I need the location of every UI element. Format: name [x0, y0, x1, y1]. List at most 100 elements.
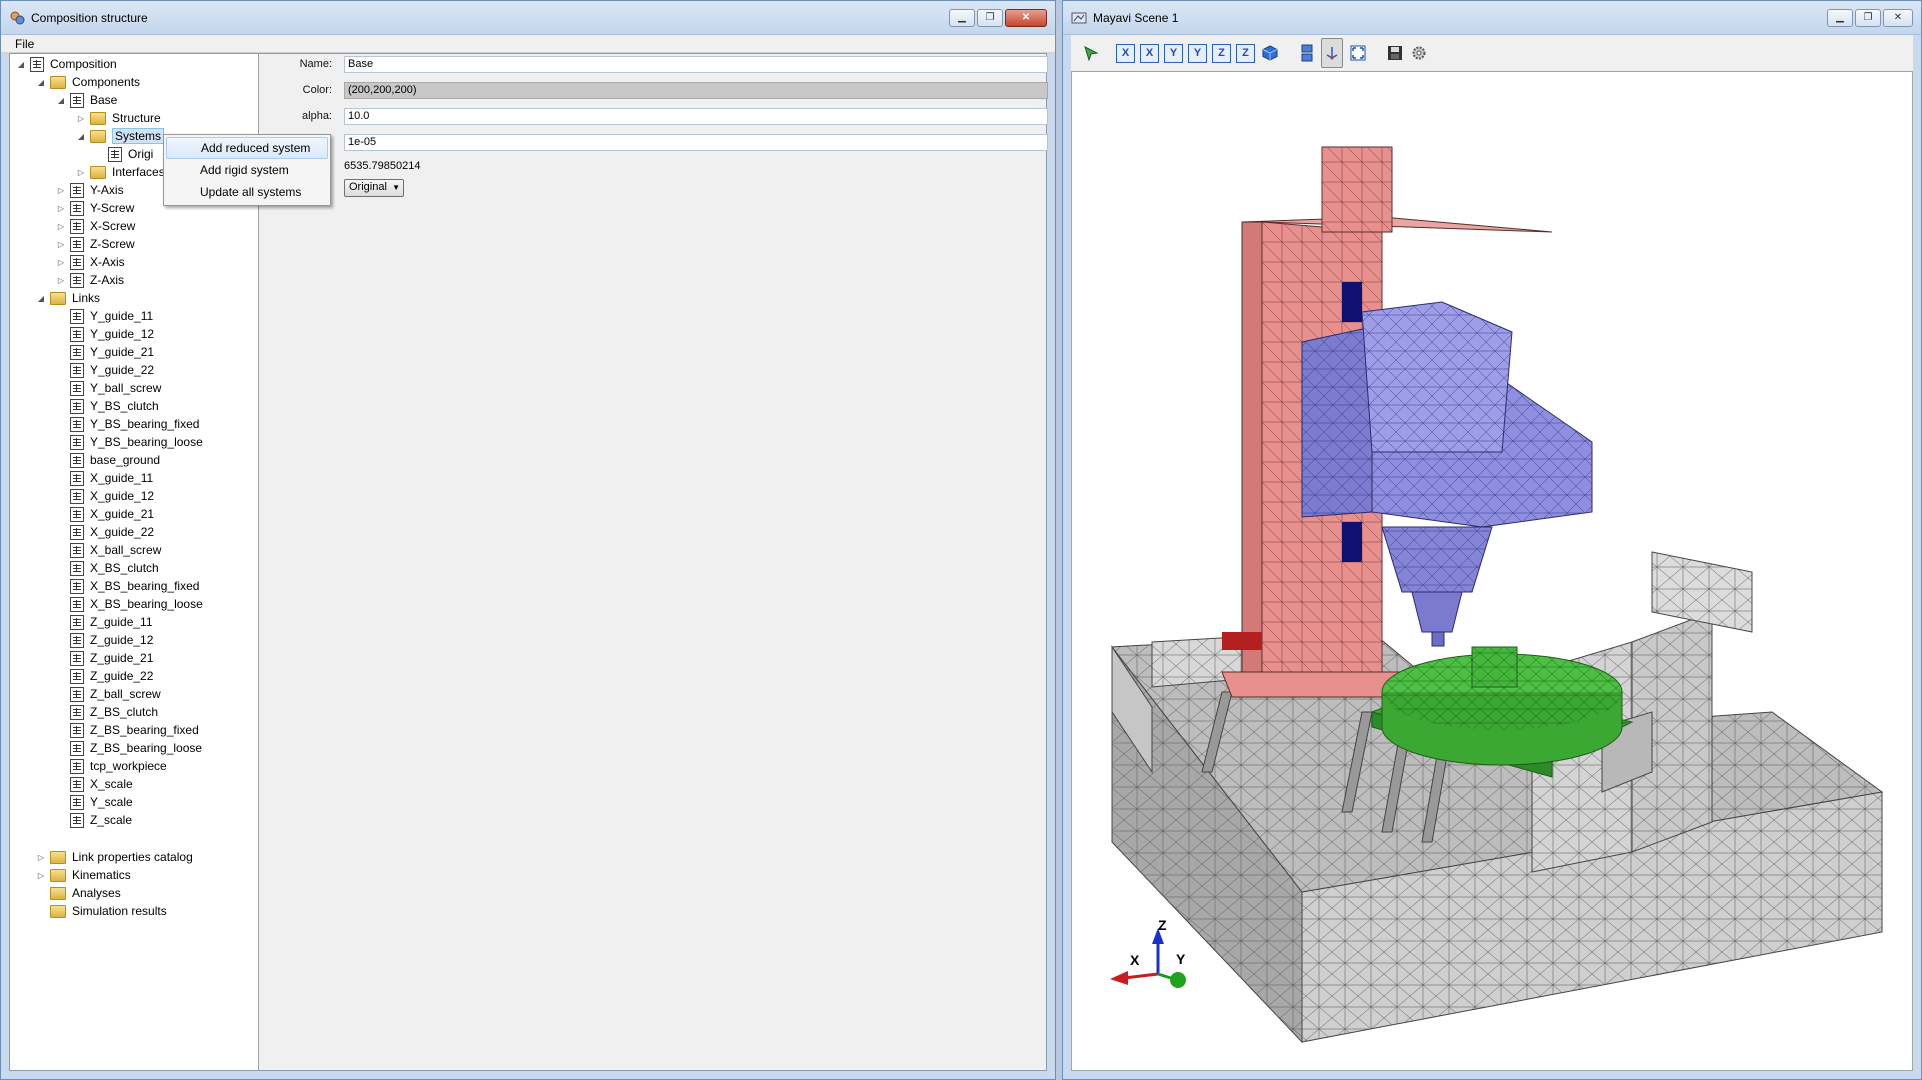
- tree-item-link[interactable]: Z_guide_21: [70, 649, 153, 667]
- tree-item-original[interactable]: Origi: [108, 145, 153, 163]
- minimize-button[interactable]: ▁: [949, 8, 975, 27]
- tree-item-link-properties-catalog[interactable]: ▷ Link properties catalog: [36, 848, 193, 866]
- tree-item-link[interactable]: Z_guide_12: [70, 631, 153, 649]
- tree-item-structure[interactable]: ▷ Structure: [76, 109, 161, 127]
- tree-item-link[interactable]: Y_BS_clutch: [70, 397, 159, 415]
- tree-item-simulation-results[interactable]: Simulation results: [50, 902, 167, 920]
- expanded-arrow-icon[interactable]: ◢: [76, 131, 86, 141]
- collapsed-arrow-icon[interactable]: ▷: [76, 167, 86, 177]
- minimize-button[interactable]: ▁: [1827, 8, 1853, 27]
- tree-item-interfaces[interactable]: ▷ Interfaces: [76, 163, 165, 181]
- tree-item-link[interactable]: Z_scale: [70, 811, 132, 829]
- tree-item-link[interactable]: Z_guide_22: [70, 667, 153, 685]
- collapsed-arrow-icon[interactable]: ▷: [36, 852, 46, 862]
- collapsed-arrow-icon[interactable]: ▷: [56, 203, 66, 213]
- tree-item-link[interactable]: X_scale: [70, 775, 133, 793]
- document-icon: [70, 308, 84, 324]
- tree-item-z-screw[interactable]: ▷ Z-Screw: [56, 235, 135, 253]
- tree-item-link[interactable]: base_ground: [70, 451, 160, 469]
- color-field[interactable]: (200,200,200): [344, 81, 1048, 99]
- parallel-projection-icon[interactable]: [1297, 44, 1316, 63]
- view-y-neg-button[interactable]: Y: [1188, 43, 1207, 63]
- view-z-neg-button[interactable]: Z: [1236, 43, 1255, 63]
- expanded-arrow-icon[interactable]: ◢: [56, 95, 66, 105]
- document-icon: [70, 236, 84, 252]
- 3d-scene-viewport[interactable]: Z X Y: [1071, 71, 1913, 1071]
- tree-item-link[interactable]: X_BS_bearing_loose: [70, 595, 203, 613]
- collapsed-arrow-icon[interactable]: ▷: [56, 221, 66, 231]
- collapsed-arrow-icon[interactable]: ▷: [56, 275, 66, 285]
- tree-item-link[interactable]: X_guide_12: [70, 487, 154, 505]
- tree-item-link[interactable]: X_BS_bearing_fixed: [70, 577, 199, 595]
- tree-item-link[interactable]: X_guide_11: [70, 469, 153, 487]
- select-arrow-icon[interactable]: [1081, 44, 1100, 63]
- tree-item-y-screw[interactable]: ▷ Y-Screw: [56, 199, 134, 217]
- tree-item-composition[interactable]: ◢ Composition: [16, 55, 117, 73]
- tree-item-link[interactable]: tcp_workpiece: [70, 757, 167, 775]
- collapsed-arrow-icon[interactable]: ▷: [56, 257, 66, 267]
- tree-item-link[interactable]: Z_ball_screw: [70, 685, 161, 703]
- menu-file[interactable]: File: [15, 37, 34, 51]
- tree-item-base[interactable]: ◢ Base: [56, 91, 117, 109]
- system-select[interactable]: Original: [344, 179, 404, 197]
- view-x-neg-button[interactable]: X: [1140, 43, 1159, 63]
- tree-item-x-screw[interactable]: ▷ X-Screw: [56, 217, 135, 235]
- tree-item-link[interactable]: X_ball_screw: [70, 541, 161, 559]
- alpha-field[interactable]: 10.0: [344, 107, 1048, 125]
- view-x-pos-button[interactable]: X: [1116, 43, 1135, 63]
- tree-item-components[interactable]: ◢ Components: [36, 73, 140, 91]
- menu-item-add-rigid-system[interactable]: Add rigid system: [166, 159, 328, 181]
- beta-field[interactable]: 1e-05: [344, 133, 1048, 151]
- collapsed-arrow-icon[interactable]: ▷: [56, 185, 66, 195]
- tree-item-analyses[interactable]: Analyses: [50, 884, 121, 902]
- view-z-pos-button[interactable]: Z: [1212, 43, 1231, 63]
- tree-item-link[interactable]: X_BS_clutch: [70, 559, 159, 577]
- tree-item-links[interactable]: ◢ Links: [36, 289, 100, 307]
- tree-item-link[interactable]: Y_ball_screw: [70, 379, 161, 397]
- maximize-button[interactable]: ❐: [1855, 8, 1881, 27]
- save-icon[interactable]: [1385, 44, 1404, 63]
- tree-item-systems[interactable]: ◢ Systems: [76, 127, 165, 145]
- tree-item-link[interactable]: Y_BS_bearing_loose: [70, 433, 203, 451]
- tree-item-link[interactable]: Z_BS_clutch: [70, 703, 158, 721]
- collapsed-arrow-icon[interactable]: ▷: [56, 239, 66, 249]
- collapsed-arrow-icon[interactable]: ▷: [76, 113, 86, 123]
- isometric-view-icon[interactable]: [1260, 44, 1279, 63]
- fullscreen-icon[interactable]: [1348, 44, 1367, 63]
- document-icon: [70, 488, 84, 504]
- window-title: Mayavi Scene 1: [1093, 10, 1179, 25]
- tree-item-link[interactable]: Z_guide_11: [70, 613, 153, 631]
- tree-item-kinematics[interactable]: ▷ Kinematics: [36, 866, 131, 884]
- name-field[interactable]: Base: [344, 55, 1048, 73]
- document-icon: [70, 362, 84, 378]
- tree-item-link[interactable]: Z_BS_bearing_fixed: [70, 721, 199, 739]
- expanded-arrow-icon[interactable]: ◢: [36, 77, 46, 87]
- tree-item-link[interactable]: X_guide_21: [70, 505, 154, 523]
- menu-item-update-all-systems[interactable]: Update all systems: [166, 181, 328, 203]
- tree-item-link[interactable]: Y_guide_22: [70, 361, 154, 379]
- document-icon: [70, 200, 84, 216]
- maximize-button[interactable]: ❐: [977, 8, 1003, 27]
- tree-item-link[interactable]: X_guide_22: [70, 523, 154, 541]
- close-button[interactable]: ✕: [1005, 8, 1047, 27]
- tree-item-z-axis[interactable]: ▷ Z-Axis: [56, 271, 124, 289]
- tree-item-link[interactable]: Y_guide_21: [70, 343, 154, 361]
- collapsed-arrow-icon[interactable]: ▷: [36, 870, 46, 880]
- axes-toggle-icon[interactable]: [1321, 38, 1343, 68]
- machine-base: [1111, 551, 1884, 1044]
- expanded-arrow-icon[interactable]: ◢: [36, 293, 46, 303]
- tree-item-link[interactable]: Y_guide_11: [70, 307, 153, 325]
- tree-item-y-axis[interactable]: ▷ Y-Axis: [56, 181, 124, 199]
- document-icon: [70, 812, 84, 828]
- close-button[interactable]: ✕: [1883, 8, 1913, 27]
- expanded-arrow-icon[interactable]: ◢: [16, 59, 26, 69]
- menu-item-add-reduced-system[interactable]: Add reduced system: [166, 137, 328, 159]
- tree-item-link[interactable]: Y_BS_bearing_fixed: [70, 415, 199, 433]
- tree-item-x-axis[interactable]: ▷ X-Axis: [56, 253, 125, 271]
- view-y-pos-button[interactable]: Y: [1164, 43, 1183, 63]
- tree-item-link[interactable]: Y_guide_12: [70, 325, 154, 343]
- settings-gear-icon[interactable]: [1409, 44, 1428, 63]
- tree-item-link[interactable]: Z_BS_bearing_loose: [70, 739, 202, 757]
- document-icon: [70, 470, 84, 486]
- tree-item-link[interactable]: Y_scale: [70, 793, 133, 811]
